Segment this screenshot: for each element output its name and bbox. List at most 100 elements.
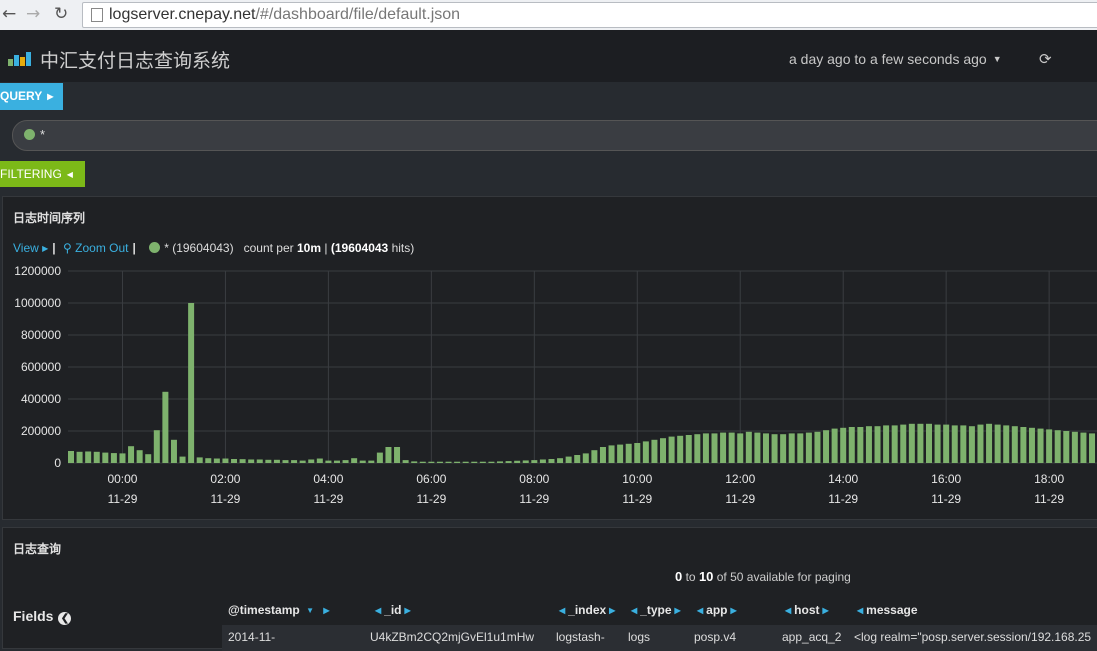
histogram-bar[interactable]: [222, 458, 229, 463]
histogram-bar[interactable]: [162, 391, 169, 463]
histogram-bar[interactable]: [282, 460, 289, 463]
histogram-bar[interactable]: [522, 460, 529, 463]
histogram-bar[interactable]: [831, 428, 838, 463]
histogram-bar[interactable]: [599, 447, 606, 463]
series-color-dot[interactable]: [149, 242, 161, 253]
histogram-bar[interactable]: [926, 423, 932, 463]
move-left-icon[interactable]: ◀: [559, 606, 565, 615]
histogram-bar[interactable]: [728, 432, 735, 463]
histogram-bar[interactable]: [119, 453, 126, 463]
histogram-bar[interactable]: [771, 434, 778, 463]
histogram-bar[interactable]: [445, 461, 452, 463]
histogram-bar[interactable]: [1011, 426, 1018, 463]
histogram-bar[interactable]: [188, 303, 195, 463]
move-left-icon[interactable]: ◀: [697, 606, 703, 615]
histogram-bar[interactable]: [1028, 427, 1035, 463]
histogram-bar[interactable]: [1071, 431, 1078, 463]
histogram-bar[interactable]: [737, 433, 744, 463]
histogram-bar[interactable]: [677, 435, 684, 463]
column-header-id[interactable]: ◀ _id ▶: [372, 603, 414, 617]
histogram-bar[interactable]: [316, 458, 323, 463]
histogram-bar[interactable]: [213, 458, 220, 463]
histogram-bar[interactable]: [1089, 433, 1096, 463]
histogram-bar[interactable]: [462, 461, 469, 463]
zoom-out-link[interactable]: ⚲ Zoom Out: [63, 241, 129, 255]
histogram-bar[interactable]: [376, 452, 383, 463]
move-left-icon[interactable]: ◀: [375, 606, 381, 615]
histogram-bar[interactable]: [874, 426, 881, 463]
histogram-bar[interactable]: [394, 447, 401, 463]
histogram-bar[interactable]: [454, 461, 461, 463]
histogram-bar[interactable]: [548, 459, 555, 463]
column-header-type[interactable]: ◀ _type ▶: [628, 603, 684, 617]
histogram-bar[interactable]: [591, 450, 598, 463]
histogram-bar[interactable]: [325, 460, 332, 463]
histogram-bar[interactable]: [497, 461, 503, 463]
histogram-bar[interactable]: [934, 424, 941, 463]
histogram-bar[interactable]: [488, 461, 495, 463]
move-left-icon[interactable]: ◀: [857, 606, 863, 615]
histogram-bar[interactable]: [231, 459, 238, 463]
histogram-bar[interactable]: [136, 450, 143, 463]
histogram-bar[interactable]: [411, 461, 418, 463]
histogram-bar[interactable]: [110, 453, 117, 463]
histogram-bar[interactable]: [359, 460, 366, 463]
histogram-bar[interactable]: [943, 424, 950, 463]
histogram-bar[interactable]: [93, 451, 100, 463]
histogram-bar[interactable]: [848, 427, 855, 463]
histogram-bar[interactable]: [531, 460, 538, 463]
column-header-index[interactable]: ◀ _index ▶: [556, 603, 618, 617]
histogram-bar[interactable]: [814, 431, 821, 463]
histogram-bar[interactable]: [85, 451, 92, 463]
view-menu[interactable]: View ▶: [13, 241, 48, 255]
histogram-chart[interactable]: 0 200000 400000 600000 800000 1000000 1200000 0…: [3, 259, 1097, 517]
fields-toggle[interactable]: Fields ❮: [13, 608, 72, 625]
histogram-bar[interactable]: [660, 438, 667, 463]
histogram-bar[interactable]: [505, 461, 512, 463]
histogram-bar[interactable]: [1063, 431, 1070, 463]
histogram-bar[interactable]: [351, 458, 358, 463]
histogram-bar[interactable]: [76, 451, 83, 463]
histogram-bar[interactable]: [754, 432, 761, 463]
histogram-bar[interactable]: [428, 461, 435, 463]
histogram-bar[interactable]: [711, 433, 718, 463]
histogram-bar[interactable]: [1046, 429, 1053, 463]
histogram-bar[interactable]: [617, 444, 624, 463]
column-header-message[interactable]: ◀ message: [854, 603, 918, 617]
histogram-bar[interactable]: [574, 455, 581, 463]
back-icon[interactable]: ←: [2, 3, 16, 25]
histogram-bar[interactable]: [857, 427, 864, 463]
histogram-bar[interactable]: [273, 459, 280, 463]
histogram-bar[interactable]: [720, 432, 727, 463]
move-left-icon[interactable]: ◀: [631, 606, 637, 615]
histogram-bar[interactable]: [479, 461, 486, 463]
histogram-bar[interactable]: [968, 426, 975, 463]
histogram-bar[interactable]: [565, 456, 572, 463]
histogram-bar[interactable]: [557, 458, 564, 463]
sort-desc-icon[interactable]: ▼: [306, 606, 314, 615]
histogram-bar[interactable]: [419, 461, 426, 463]
histogram-bar[interactable]: [342, 460, 349, 463]
histogram-bar[interactable]: [205, 458, 212, 463]
query-color-dot[interactable]: [24, 129, 35, 140]
histogram-bar[interactable]: [908, 423, 915, 463]
histogram-bar[interactable]: [651, 439, 658, 463]
histogram-bar[interactable]: [823, 430, 830, 463]
address-bar[interactable]: logserver.cnepay.net/#/dashboard/file/de…: [82, 2, 1097, 28]
histogram-bar[interactable]: [256, 459, 263, 463]
histogram-bar[interactable]: [840, 427, 847, 463]
histogram-bar[interactable]: [539, 459, 546, 463]
histogram-bar[interactable]: [368, 460, 375, 463]
histogram-bar[interactable]: [1080, 432, 1087, 463]
histogram-bar[interactable]: [694, 434, 701, 463]
histogram-bar[interactable]: [308, 459, 315, 463]
histogram-bar[interactable]: [702, 433, 709, 463]
histogram-bar[interactable]: [170, 439, 177, 463]
move-left-icon[interactable]: ◀: [785, 606, 791, 615]
query-input[interactable]: *: [12, 120, 1097, 151]
column-header-host[interactable]: ◀ host ▶: [782, 603, 832, 617]
histogram-bar[interactable]: [797, 433, 804, 463]
histogram-bar[interactable]: [265, 459, 272, 463]
query-tab[interactable]: QUERY ▶: [0, 83, 64, 110]
histogram-bar[interactable]: [642, 441, 649, 463]
